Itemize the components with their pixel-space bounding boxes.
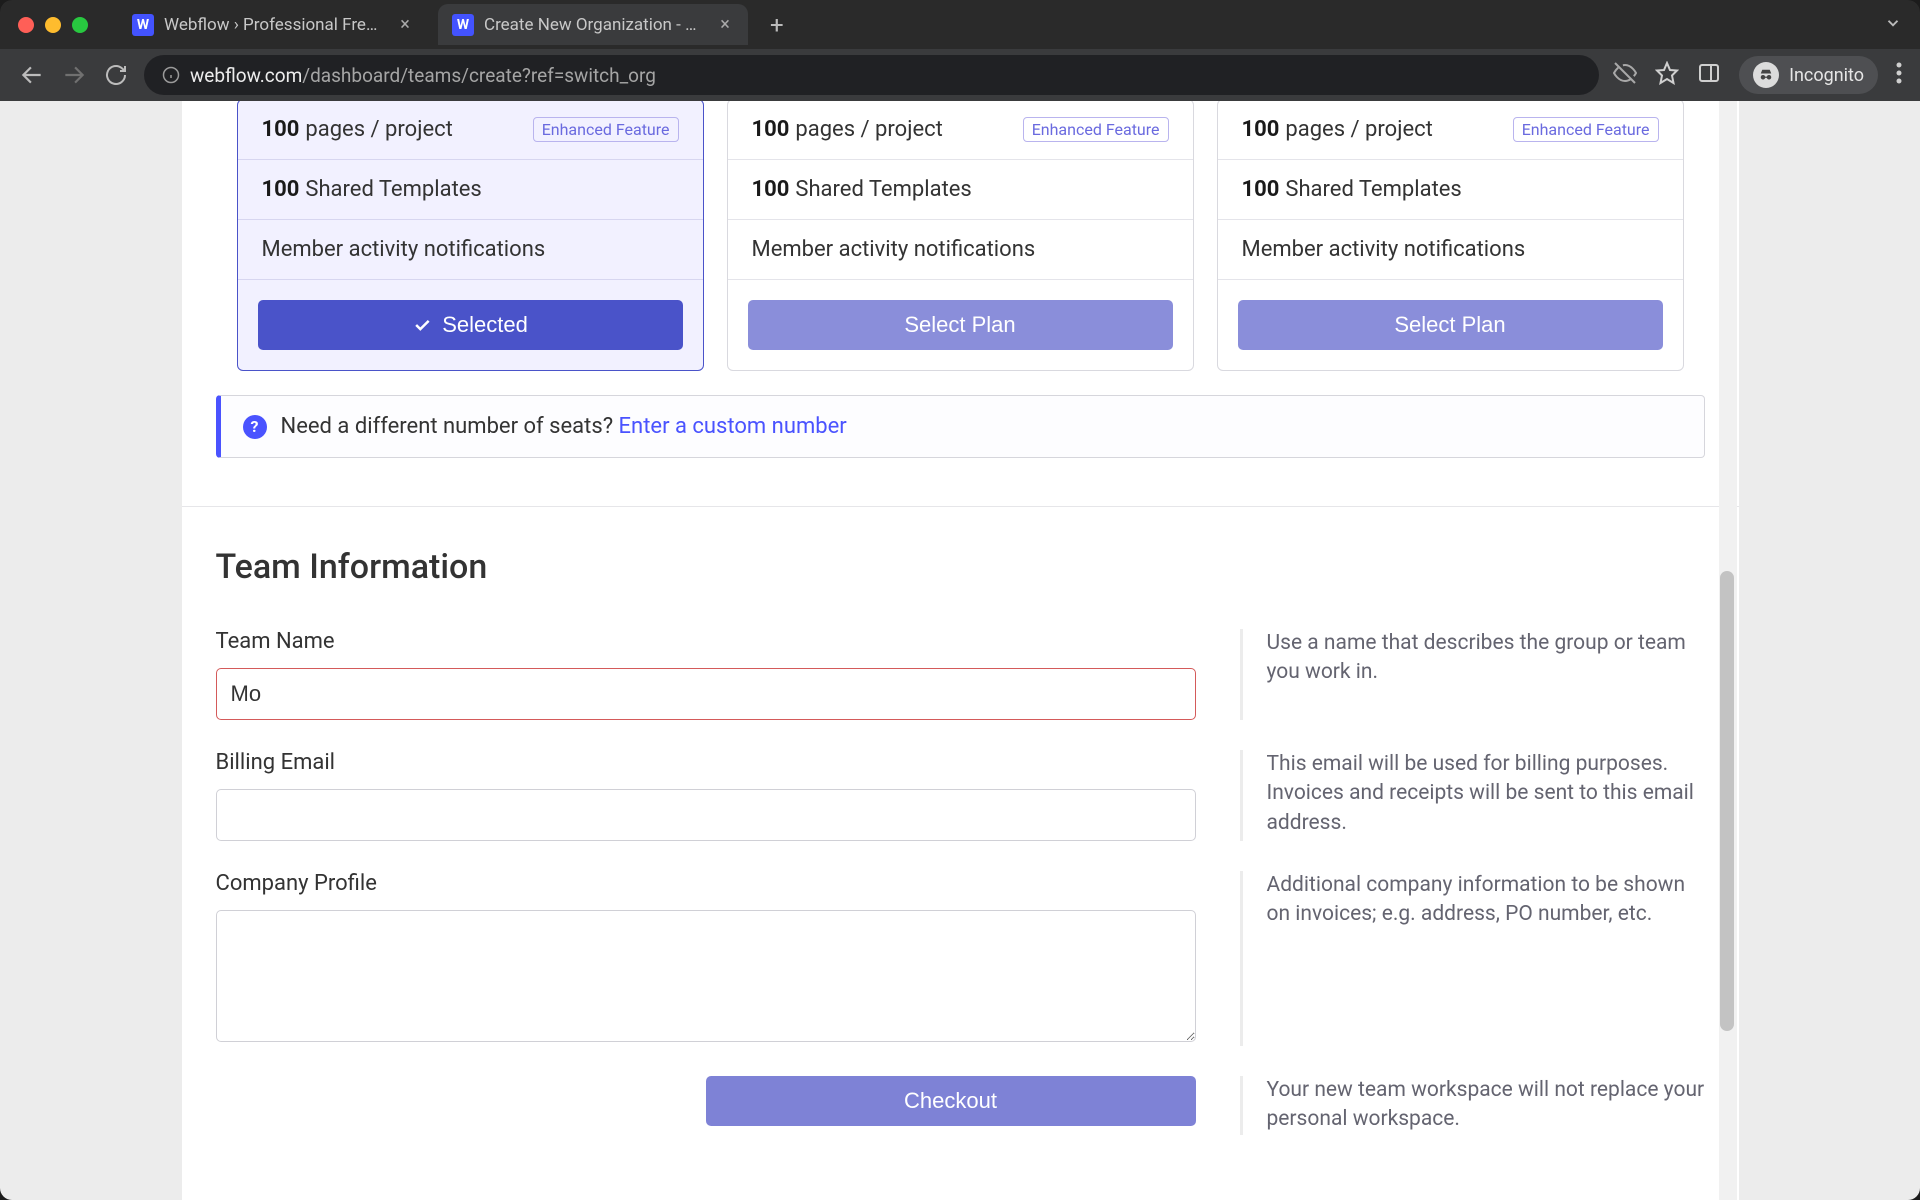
tabs-dropdown-icon[interactable] <box>1884 14 1902 36</box>
panel-icon[interactable] <box>1697 61 1721 89</box>
tab-title: Create New Organization - We <box>484 15 706 35</box>
plan-feature-pages: 100pages / project Enhanced Feature <box>1218 101 1683 160</box>
company-profile-help: Additional company information to be sho… <box>1240 871 1705 1046</box>
url-path: /dashboard/teams/create?ref=switch_org <box>302 64 656 87</box>
eye-off-icon[interactable] <box>1613 61 1637 89</box>
enhanced-feature-badge: Enhanced Feature <box>1513 117 1659 142</box>
browser-tab-2[interactable]: W Create New Organization - We × <box>438 4 748 45</box>
selected-plan-button[interactable]: Selected <box>258 300 683 350</box>
plan-feature-pages: 100pages / project Enhanced Feature <box>238 101 703 160</box>
new-tab-button[interactable]: + <box>758 11 796 39</box>
billing-email-help: This email will be used for billing purp… <box>1240 750 1705 841</box>
close-window-button[interactable] <box>18 17 34 33</box>
plan-feature-pages: 100pages / project Enhanced Feature <box>728 101 1193 160</box>
team-information-section: Team Information Team Name Use a name th… <box>182 507 1739 1155</box>
select-plan-button[interactable]: Select Plan <box>748 300 1173 350</box>
section-title: Team Information <box>216 547 1705 587</box>
company-profile-input[interactable] <box>216 910 1196 1042</box>
close-tab-icon[interactable]: × <box>716 14 734 35</box>
enhanced-feature-badge: Enhanced Feature <box>1023 117 1169 142</box>
address-bar: webflow.com/dashboard/teams/create?ref=s… <box>0 49 1920 101</box>
scrollbar-thumb[interactable] <box>1720 571 1734 1031</box>
webflow-favicon-icon: W <box>132 14 154 36</box>
url-host: webflow.com <box>190 64 302 87</box>
plan-feature-templates: 100Shared Templates <box>1218 160 1683 220</box>
plan-feature-activity: Member activity notifications <box>238 220 703 280</box>
plan-feature-activity: Member activity notifications <box>1218 220 1683 280</box>
plan-feature-templates: 100Shared Templates <box>238 160 703 220</box>
page-content: 100pages / project Enhanced Feature 100S… <box>182 101 1739 1200</box>
team-name-label: Team Name <box>216 629 1196 654</box>
menu-dots-icon[interactable] <box>1896 62 1902 88</box>
browser-chrome: W Webflow › Professional Freelan × W Cre… <box>0 0 1920 101</box>
page-viewport: 100pages / project Enhanced Feature 100S… <box>0 101 1920 1200</box>
forward-button[interactable] <box>60 61 88 89</box>
incognito-icon <box>1753 62 1779 88</box>
plan-card-2: 100pages / project Enhanced Feature 100S… <box>727 101 1194 371</box>
site-info-icon[interactable] <box>162 66 180 84</box>
scrollbar-track[interactable] <box>1719 101 1737 1200</box>
back-button[interactable] <box>18 61 46 89</box>
plan-feature-templates: 100Shared Templates <box>728 160 1193 220</box>
plan-card-1: 100pages / project Enhanced Feature 100S… <box>237 101 704 371</box>
help-icon: ? <box>243 415 267 439</box>
incognito-label: Incognito <box>1789 65 1864 86</box>
minimize-window-button[interactable] <box>45 17 61 33</box>
bookmark-star-icon[interactable] <box>1655 61 1679 89</box>
webflow-favicon-icon: W <box>452 14 474 36</box>
seats-info-banner: ? Need a different number of seats? Ente… <box>216 395 1705 458</box>
plan-feature-activity: Member activity notifications <box>728 220 1193 280</box>
billing-email-label: Billing Email <box>216 750 1196 775</box>
team-name-help: Use a name that describes the group or t… <box>1240 629 1705 720</box>
select-plan-button[interactable]: Select Plan <box>1238 300 1663 350</box>
plan-card-3: 100pages / project Enhanced Feature 100S… <box>1217 101 1684 371</box>
check-icon <box>412 315 432 335</box>
plans-row: 100pages / project Enhanced Feature 100S… <box>182 101 1739 371</box>
reload-button[interactable] <box>102 61 130 89</box>
tab-title: Webflow › Professional Freelan <box>164 15 386 35</box>
custom-seats-link[interactable]: Enter a custom number <box>619 414 847 439</box>
browser-tab-1[interactable]: W Webflow › Professional Freelan × <box>118 4 428 45</box>
incognito-badge[interactable]: Incognito <box>1739 56 1878 94</box>
team-name-input[interactable] <box>216 668 1196 720</box>
company-profile-label: Company Profile <box>216 871 1196 896</box>
window-controls <box>18 17 88 33</box>
seats-banner-text: Need a different number of seats? <box>281 414 619 439</box>
tab-bar: W Webflow › Professional Freelan × W Cre… <box>0 0 1920 49</box>
enhanced-feature-badge: Enhanced Feature <box>533 117 679 142</box>
url-input[interactable]: webflow.com/dashboard/teams/create?ref=s… <box>144 55 1599 95</box>
billing-email-input[interactable] <box>216 789 1196 841</box>
close-tab-icon[interactable]: × <box>396 14 414 35</box>
checkout-button[interactable]: Checkout <box>706 1076 1196 1126</box>
maximize-window-button[interactable] <box>72 17 88 33</box>
checkout-help: Your new team workspace will not replace… <box>1240 1076 1705 1135</box>
